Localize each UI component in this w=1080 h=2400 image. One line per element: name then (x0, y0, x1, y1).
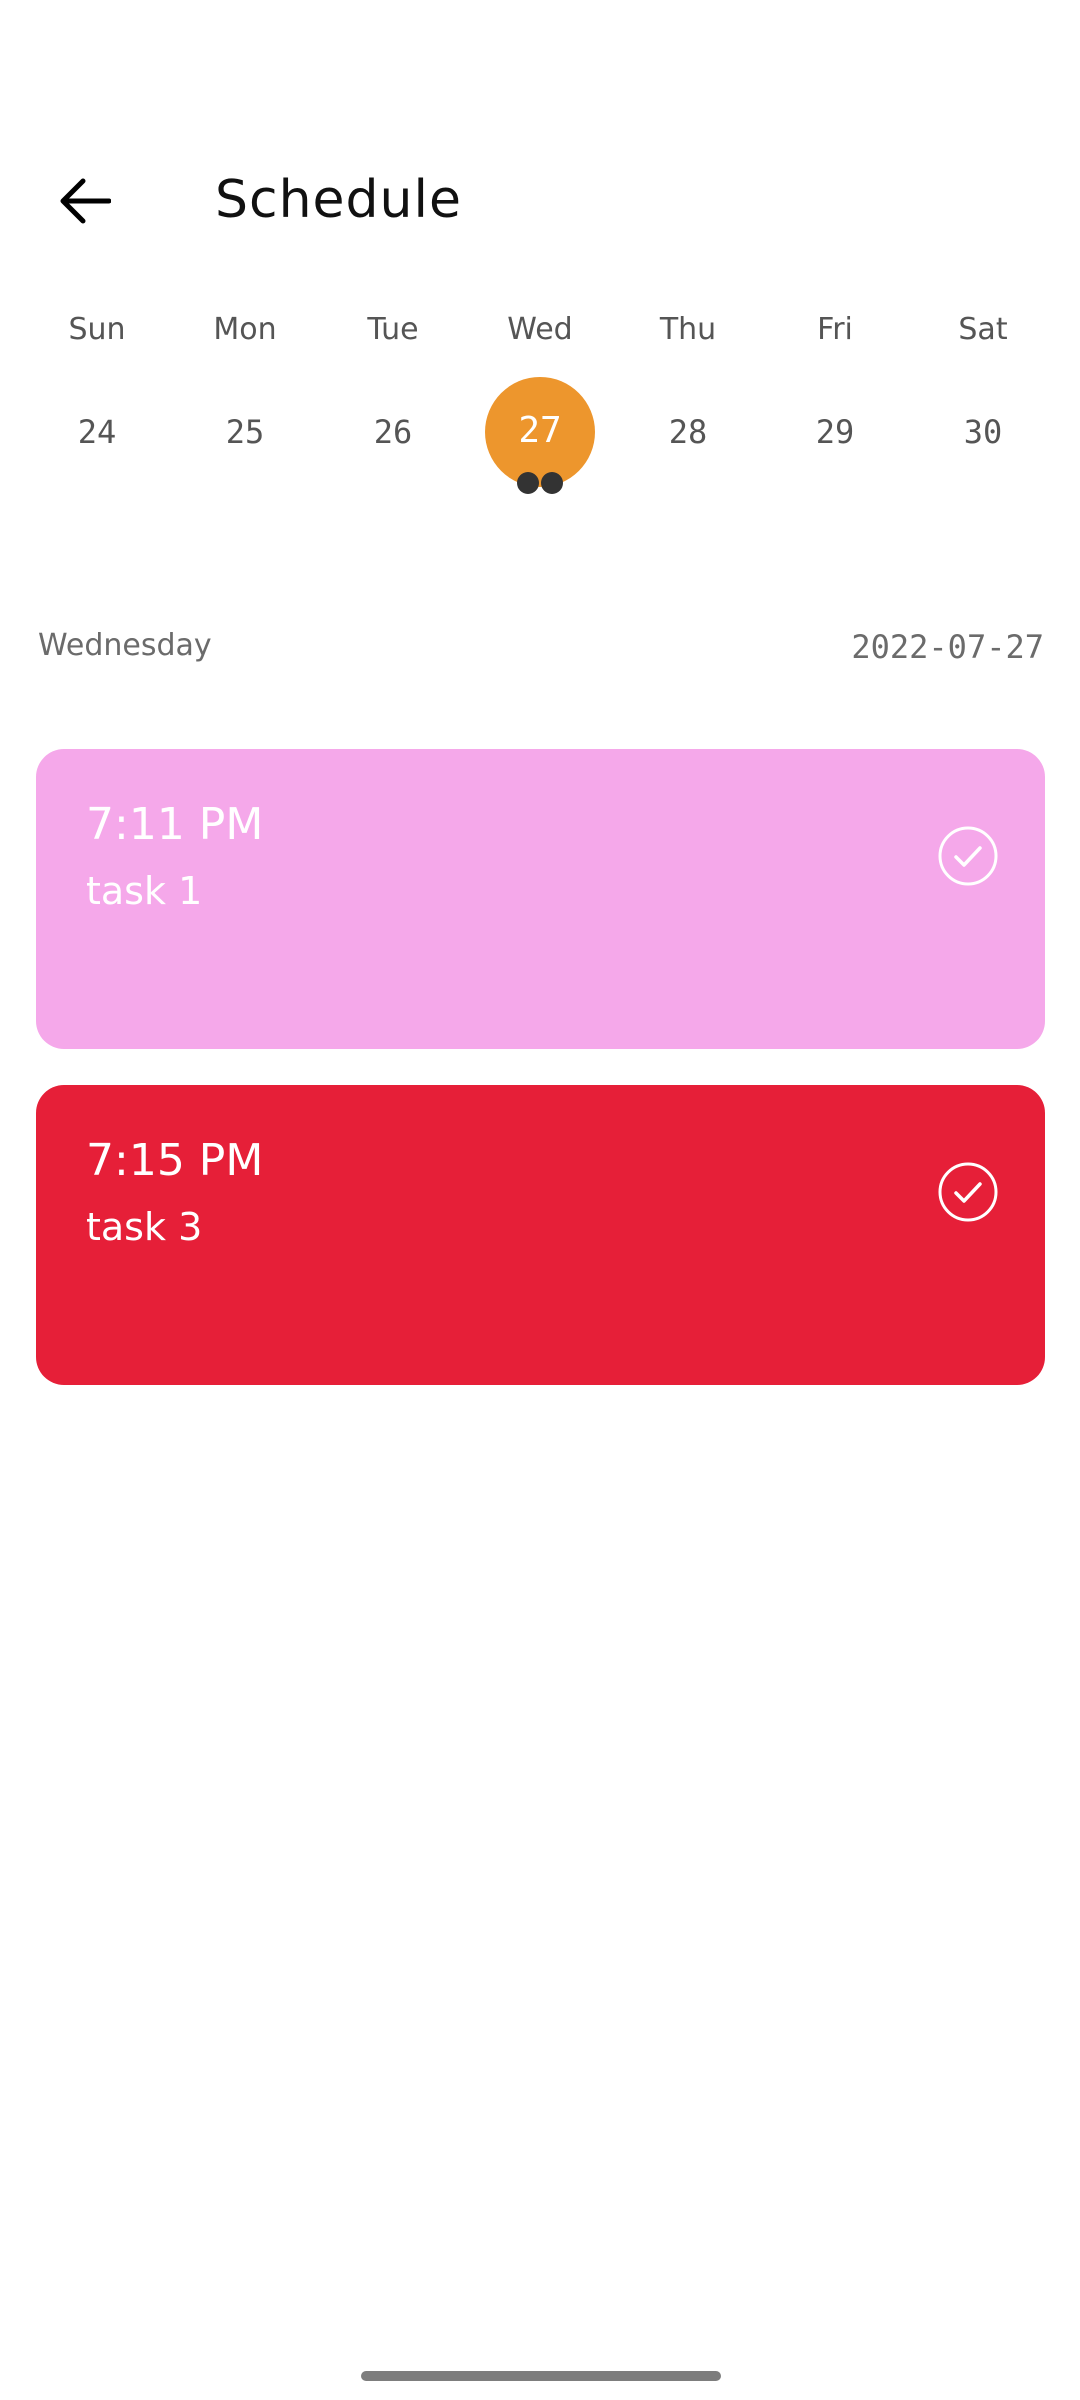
day-name: Wed (507, 312, 573, 347)
date-label: 2022-07-27 (851, 628, 1044, 666)
selected-date-row: Wednesday 2022-07-27 (38, 628, 1044, 678)
complete-task-button[interactable] (937, 825, 999, 887)
week-strip: Sun 24 Mon 25 Tue 26 Wed 27 Thu 28 Fri 2… (0, 300, 1080, 520)
page-title: Schedule (215, 170, 462, 230)
day-sun[interactable]: Sun 24 (23, 300, 171, 520)
day-name: Mon (213, 312, 277, 347)
home-indicator[interactable] (361, 2371, 721, 2381)
arrow-left-icon (60, 178, 111, 224)
day-number: 30 (963, 413, 1003, 451)
day-sat[interactable]: Sat 30 (909, 300, 1057, 520)
day-number: 28 (668, 413, 708, 451)
day-number: 27 (518, 410, 562, 451)
check-circle-icon (938, 1162, 998, 1222)
back-button[interactable] (40, 168, 130, 234)
check-circle-icon (938, 826, 998, 886)
day-name: Sun (68, 312, 126, 347)
day-fri[interactable]: Fri 29 (761, 300, 909, 520)
day-tue[interactable]: Tue 26 (319, 300, 467, 520)
day-wed[interactable]: Wed 27 (466, 300, 614, 520)
task-title: task 3 (86, 1205, 203, 1249)
complete-task-button[interactable] (937, 1161, 999, 1223)
app-bar: Schedule (0, 150, 1080, 250)
day-name: Sat (958, 312, 1008, 347)
task-card[interactable]: 7:15 PM task 3 (36, 1085, 1045, 1385)
day-name: Thu (659, 312, 717, 347)
day-number: 24 (77, 413, 117, 451)
task-dot (541, 472, 563, 494)
task-card[interactable]: 7:11 PM task 1 (36, 749, 1045, 1049)
day-number: 25 (225, 413, 265, 451)
task-title: task 1 (86, 869, 203, 913)
task-time: 7:11 PM (86, 799, 264, 850)
day-name: Tue (367, 312, 419, 347)
task-dot (517, 472, 539, 494)
day-name: Fri (817, 312, 853, 347)
day-number: 29 (815, 413, 855, 451)
day-number: 26 (373, 413, 413, 451)
day-thu[interactable]: Thu 28 (614, 300, 762, 520)
task-time: 7:15 PM (86, 1135, 264, 1186)
day-mon[interactable]: Mon 25 (171, 300, 319, 520)
weekday-label: Wednesday (38, 628, 212, 663)
task-dots (466, 472, 614, 494)
